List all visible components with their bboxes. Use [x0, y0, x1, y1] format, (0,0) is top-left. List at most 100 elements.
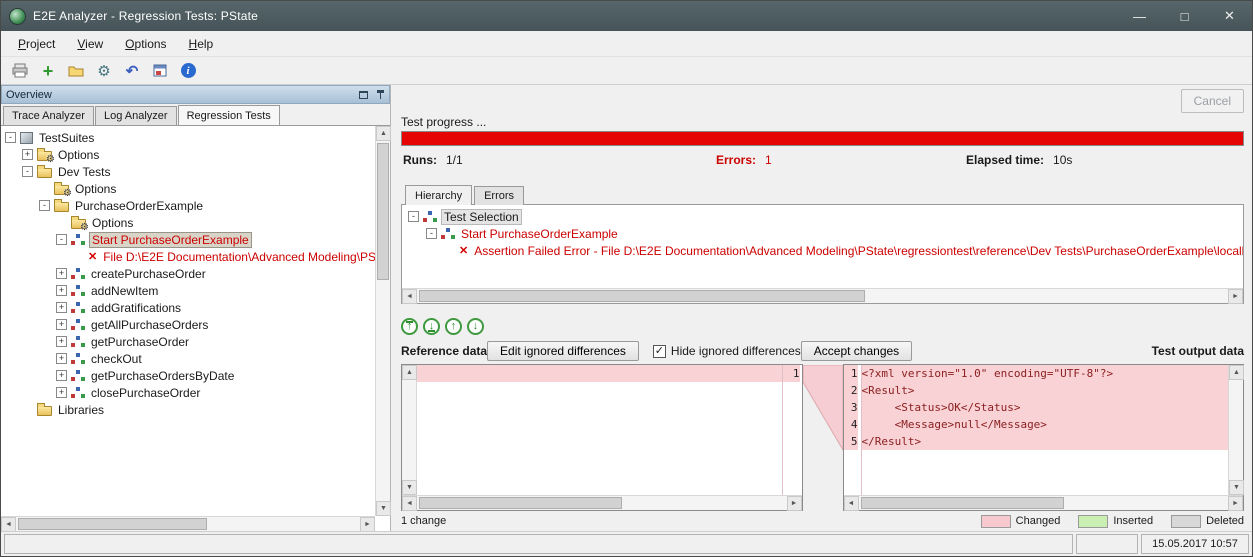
menu-project[interactable]: Project: [7, 33, 66, 55]
expand-toggle-icon[interactable]: +: [56, 319, 67, 330]
line-number: 3: [844, 399, 858, 416]
reference-content[interactable]: [417, 365, 782, 495]
tree-node-libraries[interactable]: Libraries: [1, 401, 375, 418]
hide-ignored-checkbox-group[interactable]: ✓ Hide ignored differences: [653, 344, 801, 358]
info-icon[interactable]: i: [177, 60, 199, 82]
minimize-button[interactable]: —: [1117, 1, 1162, 31]
scroll-down-icon[interactable]: ▼: [376, 501, 391, 516]
menu-view[interactable]: View: [66, 33, 114, 55]
undo-icon[interactable]: ↶: [121, 60, 143, 82]
tree-node-closepurchaseorder[interactable]: + closePurchaseOrder: [1, 384, 375, 401]
tree-node-options[interactable]: Options: [1, 180, 375, 197]
menu-help[interactable]: Help: [178, 33, 225, 55]
tree-node-error-file[interactable]: ✕ File D:\E2E Documentation\Advanced Mod…: [1, 248, 375, 265]
folder-icon: [37, 168, 52, 178]
legend-inserted: Inserted: [1078, 515, 1153, 528]
pin-icon[interactable]: [376, 89, 385, 100]
tree-node-addgratifications[interactable]: + addGratifications: [1, 299, 375, 316]
tree-node-options[interactable]: Options: [1, 214, 375, 231]
add-icon[interactable]: +: [37, 60, 59, 82]
scroll-up-icon[interactable]: ▲: [402, 365, 417, 380]
scrollbar-thumb[interactable]: [861, 497, 1064, 509]
scroll-down-icon[interactable]: ▼: [1229, 480, 1244, 495]
scroll-up-icon[interactable]: ▲: [376, 126, 391, 141]
expand-toggle-icon[interactable]: +: [56, 268, 67, 279]
scroll-right-icon[interactable]: ►: [1228, 289, 1243, 304]
tree-vertical-scrollbar[interactable]: ▲ ▼: [375, 126, 390, 516]
expand-toggle-icon[interactable]: +: [56, 302, 67, 313]
output-horizontal-scrollbar[interactable]: ◄ ►: [844, 495, 1244, 510]
scroll-left-icon[interactable]: ◄: [402, 289, 417, 304]
settings-gear-icon[interactable]: ⚙: [93, 60, 115, 82]
last-difference-button[interactable]: ↓: [423, 318, 440, 335]
tree-node-dev-tests[interactable]: - Dev Tests: [1, 163, 375, 180]
next-difference-button[interactable]: ↓: [467, 318, 484, 335]
scroll-right-icon[interactable]: ►: [360, 517, 375, 532]
hierarchy-node-start-purchaseorderexample[interactable]: - Start PurchaseOrderExample: [402, 225, 1243, 242]
tree-node-purchaseorderexample[interactable]: - PurchaseOrderExample: [1, 197, 375, 214]
tab-regression-tests[interactable]: Regression Tests: [178, 105, 280, 125]
hierarchy-node-assertion-error[interactable]: ✕ Assertion Failed Error - File D:\E2E D…: [402, 242, 1243, 259]
expand-toggle-icon[interactable]: +: [56, 370, 67, 381]
cancel-button[interactable]: Cancel: [1181, 89, 1244, 113]
tree-node-start-purchaseorderexample[interactable]: - Start PurchaseOrderExample: [1, 231, 375, 248]
collapse-toggle-icon[interactable]: -: [22, 166, 33, 177]
tree-node-addnewitem[interactable]: + addNewItem: [1, 282, 375, 299]
close-button[interactable]: ✕: [1207, 1, 1252, 31]
hierarchy-node-test-selection[interactable]: - Test Selection: [402, 208, 1243, 225]
edit-ignored-differences-button[interactable]: Edit ignored differences: [487, 341, 639, 361]
expand-toggle-icon[interactable]: +: [56, 336, 67, 347]
report-icon[interactable]: [149, 60, 171, 82]
reference-horizontal-scrollbar[interactable]: ◄ ►: [402, 495, 802, 510]
tab-log-analyzer[interactable]: Log Analyzer: [95, 106, 177, 125]
scroll-right-icon[interactable]: ►: [1228, 496, 1243, 511]
scroll-right-icon[interactable]: ►: [787, 496, 802, 511]
reference-vertical-scrollbar[interactable]: ▲ ▼: [402, 365, 417, 495]
scroll-left-icon[interactable]: ◄: [402, 496, 417, 511]
tab-hierarchy[interactable]: Hierarchy: [405, 185, 472, 205]
status-secondary-cell: [1076, 534, 1138, 554]
open-folder-icon[interactable]: [65, 60, 87, 82]
output-content[interactable]: <?xml version="1.0" encoding="UTF-8"?> <…: [862, 365, 1229, 495]
float-panel-icon[interactable]: [359, 91, 368, 99]
scrollbar-thumb[interactable]: [18, 518, 207, 530]
tree-horizontal-scrollbar[interactable]: ◄ ►: [1, 516, 375, 531]
previous-difference-button[interactable]: ↑: [445, 318, 462, 335]
menu-options[interactable]: Options: [114, 33, 177, 55]
result-tabbox: Hierarchy Errors - Test Selection -: [401, 184, 1244, 304]
maximize-button[interactable]: □: [1162, 1, 1207, 31]
collapse-toggle-icon[interactable]: -: [5, 132, 16, 143]
tree-node-getpurchaseorder[interactable]: + getPurchaseOrder: [1, 333, 375, 350]
print-icon[interactable]: [9, 60, 31, 82]
accept-changes-button[interactable]: Accept changes: [801, 341, 912, 361]
scrollbar-thumb[interactable]: [419, 497, 622, 509]
tree-node-checkout[interactable]: + checkOut: [1, 350, 375, 367]
scroll-left-icon[interactable]: ◄: [1, 517, 16, 532]
tree-node-createpurchaseorder[interactable]: + createPurchaseOrder: [1, 265, 375, 282]
expand-toggle-icon[interactable]: +: [56, 387, 67, 398]
scroll-down-icon[interactable]: ▼: [402, 480, 417, 495]
collapse-toggle-icon[interactable]: -: [426, 228, 437, 239]
tree-node-getpurchaseordersbydate[interactable]: + getPurchaseOrdersByDate: [1, 367, 375, 384]
line-number: 1: [844, 365, 858, 382]
expand-toggle-icon[interactable]: +: [56, 353, 67, 364]
first-difference-button[interactable]: ↑: [401, 318, 418, 335]
scrollbar-thumb[interactable]: [419, 290, 865, 302]
hide-ignored-checkbox[interactable]: ✓: [653, 345, 666, 358]
hierarchy-horizontal-scrollbar[interactable]: ◄ ►: [402, 288, 1243, 303]
tab-errors[interactable]: Errors: [474, 186, 524, 205]
errors-value: 1: [765, 153, 772, 167]
expand-toggle-icon[interactable]: +: [56, 285, 67, 296]
scroll-left-icon[interactable]: ◄: [844, 496, 859, 511]
scroll-up-icon[interactable]: ▲: [1229, 365, 1244, 380]
collapse-toggle-icon[interactable]: -: [408, 211, 419, 222]
collapse-toggle-icon[interactable]: -: [39, 200, 50, 211]
tree-node-getallpurchaseorders[interactable]: + getAllPurchaseOrders: [1, 316, 375, 333]
scrollbar-thumb[interactable]: [377, 143, 389, 280]
output-vertical-scrollbar[interactable]: ▲ ▼: [1228, 365, 1243, 495]
tree-node-testsuites[interactable]: - TestSuites: [1, 129, 375, 146]
tab-trace-analyzer[interactable]: Trace Analyzer: [3, 106, 94, 125]
expand-toggle-icon[interactable]: +: [22, 149, 33, 160]
tree-node-options[interactable]: + Options: [1, 146, 375, 163]
collapse-toggle-icon[interactable]: -: [56, 234, 67, 245]
